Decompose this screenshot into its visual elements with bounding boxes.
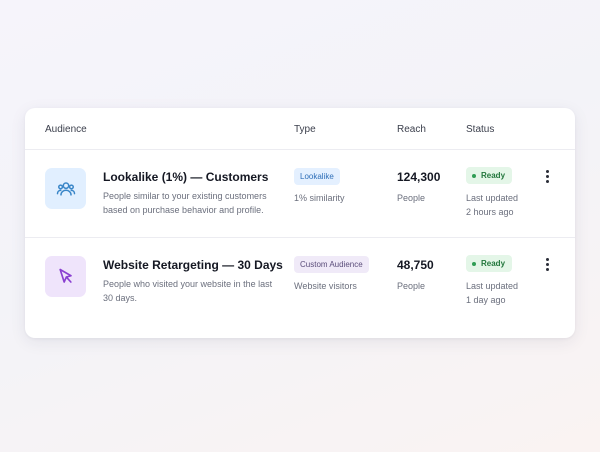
type-badge: Lookalike — [294, 168, 340, 185]
last-updated-label: Last updated — [466, 281, 519, 291]
header-reach: Reach — [397, 124, 426, 135]
audience-table: Audience Type Reach Status Lookalike (1%… — [25, 108, 575, 338]
type-badge: Custom Audience — [294, 256, 369, 273]
reach-label: People — [397, 193, 426, 203]
last-updated-time: 1 day ago — [466, 295, 506, 305]
table-header: Audience Type Reach Status — [25, 108, 575, 150]
last-updated: Last updated 1 day ago — [466, 279, 518, 307]
header-status: Status — [466, 124, 495, 135]
table-row[interactable]: Lookalike (1%) — Customers People simila… — [25, 150, 575, 238]
status-badge: Ready — [466, 167, 513, 184]
status-dot-icon — [472, 173, 476, 178]
cursor-icon — [58, 268, 72, 283]
audience-title[interactable]: Website Retargeting — 30 Days — [103, 258, 283, 272]
audience-icon-tile — [45, 168, 86, 209]
header-type: Type — [294, 124, 316, 135]
audience-icon-tile — [45, 256, 86, 297]
type-detail: 1% similarity — [294, 193, 345, 203]
audience-title[interactable]: Lookalike (1%) — Customers — [103, 170, 268, 184]
more-options-icon[interactable] — [538, 255, 556, 273]
more-options-icon[interactable] — [538, 167, 556, 185]
type-detail: Website visitors — [294, 281, 357, 291]
table-row[interactable]: Website Retargeting — 30 Days People who… — [25, 238, 575, 326]
reach-label: People — [397, 281, 426, 291]
last-updated-label: Last updated — [466, 193, 519, 203]
audience-description: People who visited your website in the l… — [103, 279, 273, 303]
last-updated: Last updated 2 hours ago — [466, 191, 518, 219]
status-badge: Ready — [466, 255, 513, 272]
reach-value: 48,750 — [397, 258, 434, 272]
last-updated-time: 2 hours ago — [466, 207, 514, 217]
status-text: Ready — [481, 259, 506, 268]
audience-description: People similar to your existing customer… — [103, 191, 267, 215]
reach-value: 124,300 — [397, 170, 441, 184]
header-audience: Audience — [45, 124, 87, 135]
status-text: Ready — [481, 171, 506, 180]
users-icon — [56, 181, 75, 196]
status-dot-icon — [472, 261, 476, 266]
